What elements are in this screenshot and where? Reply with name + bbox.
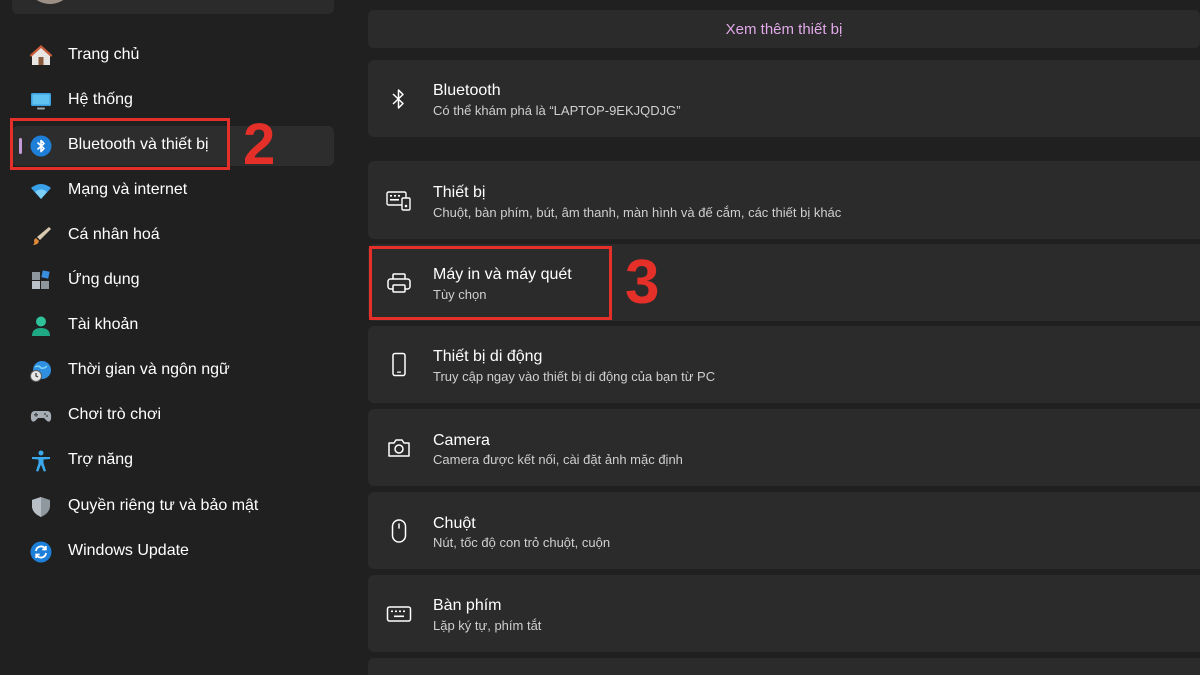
card-title: Camera <box>433 432 490 449</box>
camera-icon <box>386 435 412 461</box>
card-subtitle: Có thể khám phá là “LAPTOP-9EKJQDJG” <box>433 103 681 118</box>
person-icon <box>29 314 53 338</box>
sidebar-item-label: Tài khoản <box>68 316 139 333</box>
keyboard-icon <box>386 601 412 627</box>
sidebar-item-label: Ứng dụng <box>68 271 140 288</box>
card-subtitle: Nút, tốc độ con trỏ chuột, cuộn <box>433 535 611 550</box>
card-title: Chuột <box>433 515 476 532</box>
card-devices[interactable]: Thiết bị Chuột, bàn phím, bút, âm thanh,… <box>368 161 1200 239</box>
globe-clock-icon <box>29 359 53 383</box>
sidebar-item-accessibility[interactable]: Trợ năng <box>12 441 334 481</box>
card-camera[interactable]: Camera Camera được kết nối, cài đặt ảnh … <box>368 409 1200 486</box>
sidebar-item-label: Chơi trò chơi <box>68 406 162 423</box>
sidebar-item-accounts[interactable]: Tài khoản <box>12 306 334 346</box>
annotation-box-step2 <box>10 118 230 170</box>
sidebar-item-label: Trang chủ <box>68 46 140 63</box>
annotation-number-step3: 3 <box>625 248 660 317</box>
profile-card[interactable] <box>12 0 334 14</box>
accessibility-icon <box>29 449 53 473</box>
shield-icon <box>29 495 53 519</box>
sidebar-item-time-language[interactable]: Thời gian và ngôn ngữ <box>12 351 334 391</box>
sidebar-item-privacy[interactable]: Quyền riêng tư và bảo mật <box>12 487 334 527</box>
sidebar-item-label: Mạng và internet <box>68 181 188 198</box>
card-mouse[interactable]: Chuột Nút, tốc độ con trỏ chuột, cuộn <box>368 492 1200 569</box>
sidebar-item-windows-update[interactable]: Windows Update <box>12 532 334 572</box>
sidebar-item-label: Hệ thống <box>68 91 133 108</box>
card-next-partial[interactable] <box>368 658 1200 675</box>
sidebar-item-system[interactable]: Hệ thống <box>12 81 334 121</box>
main-content: Xem thêm thiết bị Bluetooth Có thể khám … <box>368 0 1200 675</box>
gamepad-icon <box>29 404 53 428</box>
update-icon <box>29 540 53 564</box>
sidebar-item-label: Cá nhân hoá <box>68 226 160 243</box>
sidebar-item-label: Trợ năng <box>68 451 134 468</box>
sidebar-item-personalization[interactable]: Cá nhân hoá <box>12 216 334 256</box>
brush-icon <box>29 224 53 248</box>
sidebar-item-home[interactable]: Trang chủ <box>12 36 334 76</box>
annotation-number-step2: 2 <box>243 112 276 177</box>
home-icon <box>29 44 53 68</box>
card-title: Bluetooth <box>433 82 501 99</box>
card-title: Thiết bị <box>433 184 486 201</box>
sidebar-item-label: Windows Update <box>68 542 189 559</box>
card-subtitle: Camera được kết nối, cài đặt ảnh mặc địn… <box>433 452 683 467</box>
apps-icon <box>29 269 53 293</box>
card-subtitle: Truy cập ngay vào thiết bị di động của b… <box>433 369 716 384</box>
sidebar-item-label: Quyền riêng tư và bảo mật <box>68 497 259 514</box>
card-title: Bàn phím <box>433 597 502 614</box>
more-devices-link[interactable]: Xem thêm thiết bị <box>368 10 1200 48</box>
card-keyboard[interactable]: Bàn phím Lặp ký tự, phím tắt <box>368 575 1200 652</box>
card-bluetooth[interactable]: Bluetooth Có thể khám phá là “LAPTOP-9EK… <box>368 60 1200 137</box>
wifi-icon <box>29 179 53 203</box>
annotation-box-step3 <box>369 246 612 320</box>
card-title: Thiết bị di động <box>433 348 543 365</box>
card-subtitle: Lặp ký tự, phím tắt <box>433 618 542 633</box>
sidebar: Trang chủ Hệ thống Bluetooth và thiết bị <box>0 0 350 675</box>
devices-icon <box>386 187 412 213</box>
card-subtitle: Chuột, bàn phím, bút, âm thanh, màn hình… <box>433 205 842 220</box>
sidebar-item-gaming[interactable]: Chơi trò chơi <box>12 396 334 436</box>
sidebar-item-label: Thời gian và ngôn ngữ <box>68 361 230 378</box>
phone-icon <box>386 352 412 378</box>
card-mobile-devices[interactable]: Thiết bị di động Truy cập ngay vào thiết… <box>368 326 1200 403</box>
sidebar-item-apps[interactable]: Ứng dụng <box>12 261 334 301</box>
monitor-icon <box>29 89 53 113</box>
mouse-icon <box>386 518 412 544</box>
sidebar-item-network[interactable]: Mạng và internet <box>12 171 334 211</box>
bluetooth-icon <box>386 86 412 112</box>
